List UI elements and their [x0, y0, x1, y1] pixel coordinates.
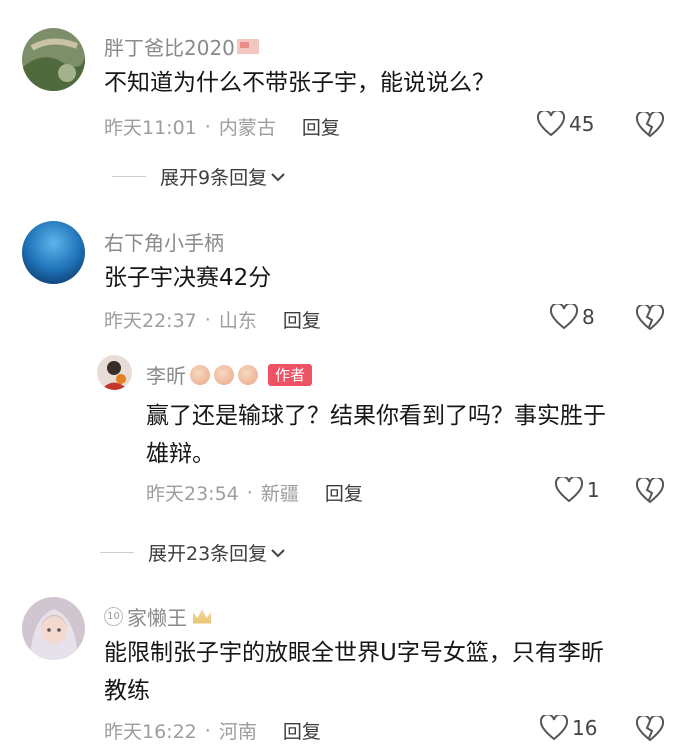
dislike-button[interactable]: [635, 476, 665, 508]
avatar[interactable]: [22, 597, 85, 660]
flag-badge-icon: [236, 39, 259, 54]
comment-username[interactable]: 10 家懒王: [104, 602, 211, 631]
comment-location: 内蒙古: [218, 117, 276, 139]
like-button[interactable]: 8: [550, 304, 595, 330]
like-button[interactable]: 16: [540, 715, 597, 741]
reply-button[interactable]: 回复: [283, 306, 321, 333]
comment-time: 昨天11:01: [104, 117, 197, 139]
badge-icon: [214, 364, 234, 385]
reply-meta: 昨天23:54 · 新疆 回复: [146, 479, 363, 506]
comment-text: 不知道为什么不带张子宇，能说说么？: [104, 70, 495, 96]
broken-heart-icon: [635, 714, 665, 742]
reply-button[interactable]: 回复: [325, 479, 363, 506]
like-count: 1: [587, 478, 600, 502]
heart-icon: [555, 477, 583, 503]
reply-username[interactable]: 李昕 作者: [146, 360, 313, 389]
reply-button[interactable]: 回复: [283, 717, 321, 744]
like-button[interactable]: 45: [537, 111, 594, 137]
comment-username[interactable]: 胖丁爸比2020: [104, 32, 259, 61]
author-tag: 作者: [268, 363, 313, 386]
like-button[interactable]: 1: [555, 477, 600, 503]
reply-location: 新疆: [260, 483, 299, 505]
comment-time: 昨天22:37: [104, 310, 197, 332]
badge-icon: [190, 364, 210, 385]
comment-text-line2: 教练: [104, 678, 150, 704]
broken-heart-icon: [635, 303, 665, 331]
avatar[interactable]: [97, 355, 132, 390]
comment-username[interactable]: 右下角小手柄: [104, 227, 224, 256]
comment-meta: 昨天16:22 · 河南 回复: [104, 717, 321, 744]
comment-location: 河南: [218, 721, 257, 743]
comment-time: 昨天16:22: [104, 721, 197, 743]
like-count: 45: [569, 112, 595, 136]
comment-text: 张子宇决赛42分: [104, 265, 272, 291]
expand-replies-button[interactable]: 展开9条回复: [112, 163, 285, 190]
crown-icon: [193, 609, 211, 624]
heart-icon: [540, 715, 568, 741]
dislike-button[interactable]: [635, 714, 665, 746]
comment-location: 山东: [218, 310, 257, 332]
like-count: 16: [572, 716, 598, 740]
reply-text-line2: 雄辩。: [146, 441, 215, 467]
like-count: 8: [582, 305, 595, 329]
broken-heart-icon: [635, 476, 665, 504]
avatar[interactable]: [22, 221, 85, 284]
expand-replies-button[interactable]: 展开23条回复: [100, 539, 285, 566]
comment-meta: 昨天11:01 · 内蒙古 回复: [104, 113, 340, 140]
comment-meta: 昨天22:37 · 山东 回复: [104, 306, 321, 333]
chevron-down-icon: [271, 172, 285, 181]
level-badge: 10: [104, 607, 123, 626]
comment-text-line1: 能限制张子宇的放眼全世界U字号女篮，只有李昕: [104, 640, 604, 666]
dislike-button[interactable]: [635, 303, 665, 335]
broken-heart-icon: [635, 110, 665, 138]
chevron-down-icon: [271, 548, 285, 557]
avatar[interactable]: [22, 28, 85, 91]
badge-icon: [238, 364, 258, 385]
heart-icon: [537, 111, 565, 137]
heart-icon: [550, 304, 578, 330]
dislike-button[interactable]: [635, 110, 665, 142]
reply-text-line1: 赢了还是输球了？结果你看到了吗？事实胜于: [146, 403, 606, 429]
reply-time: 昨天23:54: [146, 483, 239, 505]
reply-button[interactable]: 回复: [302, 113, 340, 140]
